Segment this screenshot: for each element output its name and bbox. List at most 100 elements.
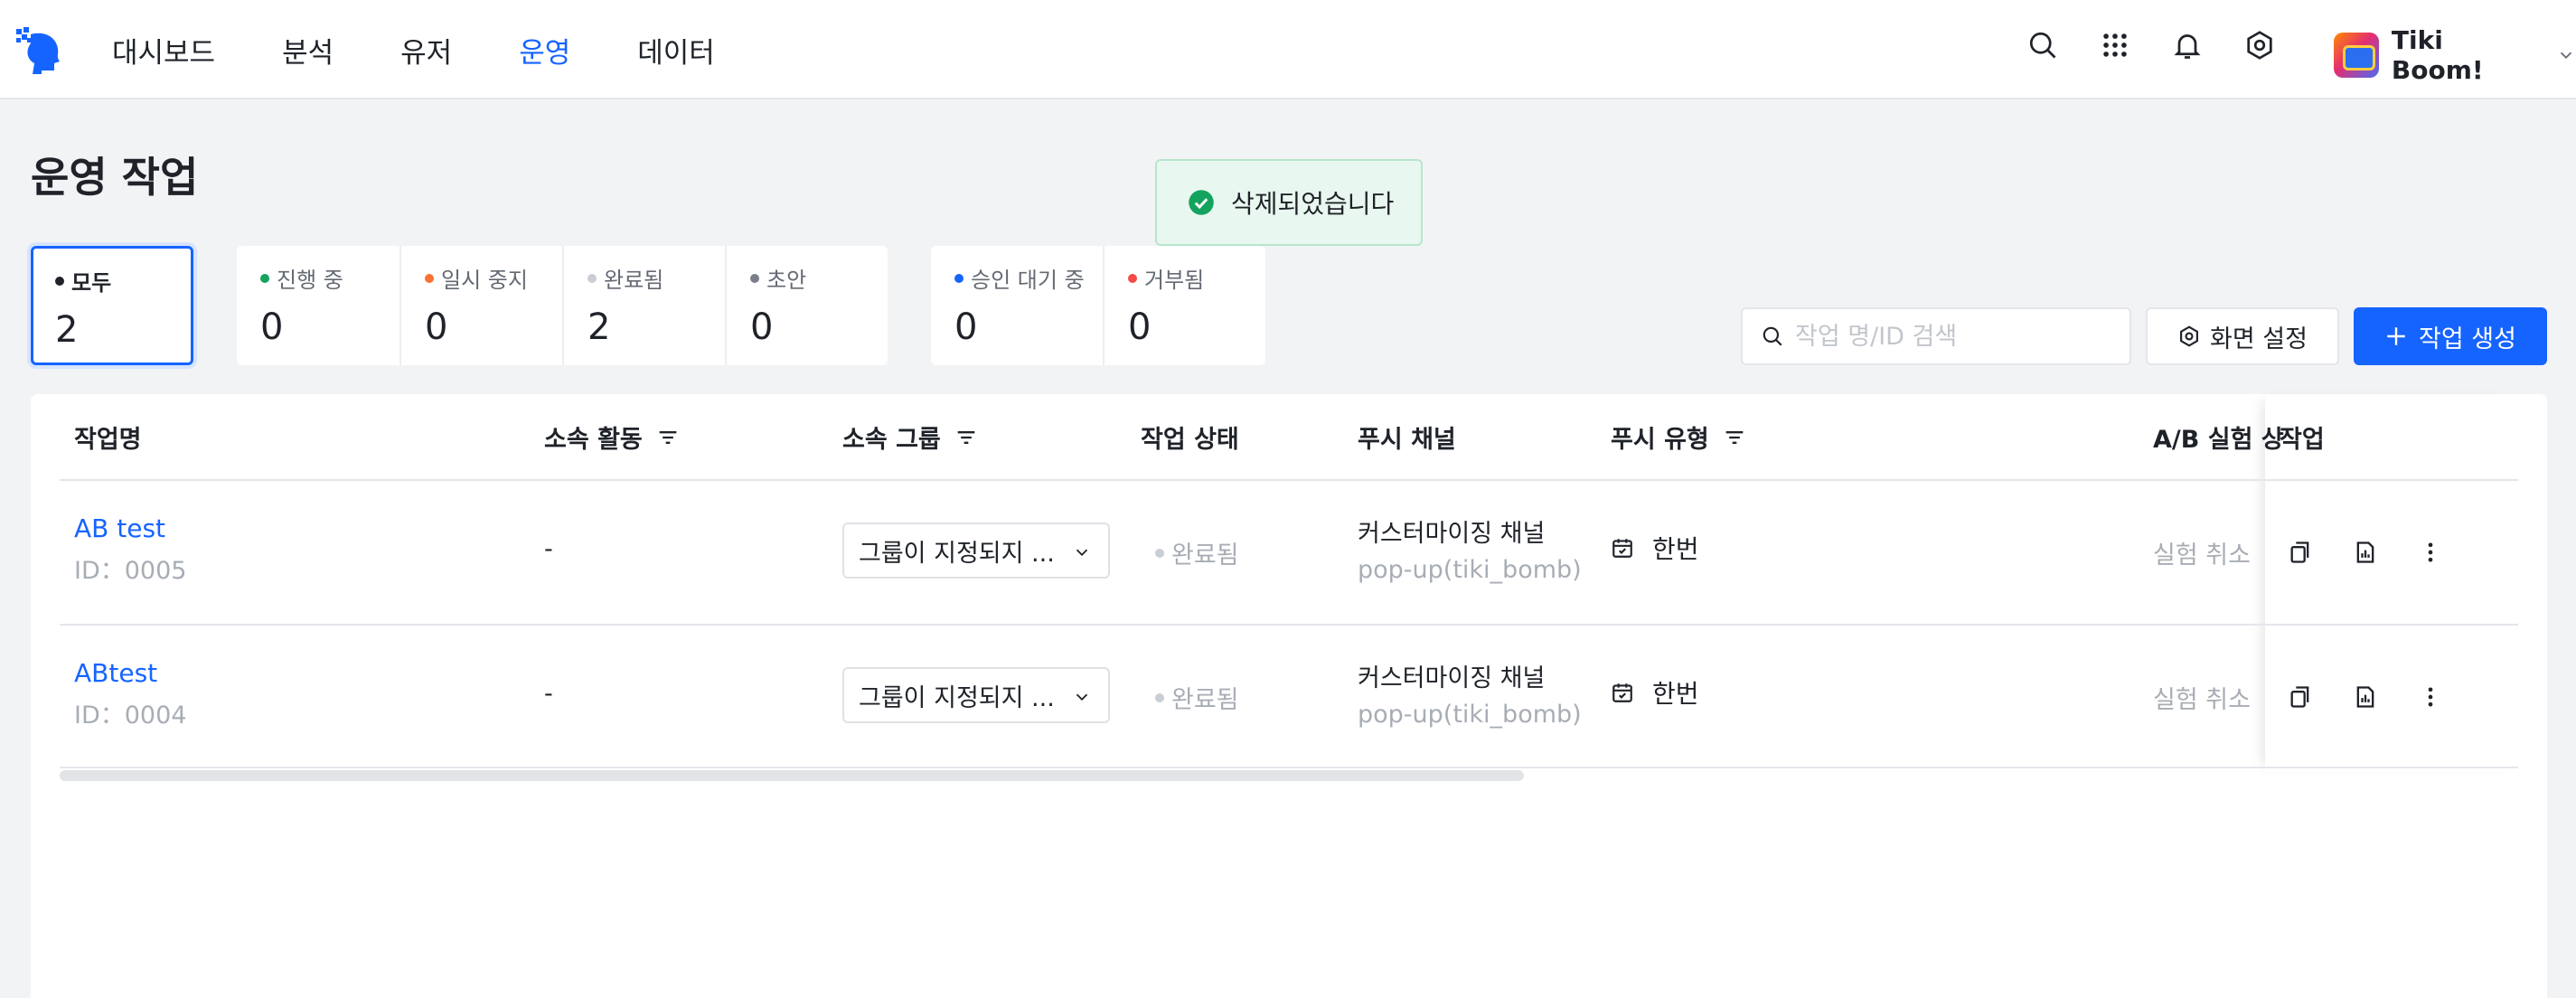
plus-icon bbox=[2387, 327, 2405, 345]
column-header-label: 작업 상태 bbox=[1141, 426, 1239, 454]
status-dot bbox=[954, 273, 964, 283]
filter-icon[interactable] bbox=[954, 425, 979, 450]
row-divider bbox=[60, 767, 2518, 768]
status-card-paused[interactable]: 일시 중지 0 bbox=[400, 246, 562, 365]
status-card-all[interactable]: 모두 2 bbox=[31, 246, 193, 365]
top-navigation-bar: 대시보드 분석 유저 운영 데이터 Tiki Boom! bbox=[0, 0, 2576, 99]
status-dot bbox=[55, 276, 64, 286]
copy-icon[interactable] bbox=[2287, 539, 2314, 566]
gear-icon[interactable] bbox=[2242, 27, 2278, 63]
status-card-label: 초안 bbox=[766, 268, 807, 293]
column-header-label: 푸시 채널 bbox=[1358, 426, 1456, 454]
report-icon[interactable] bbox=[2352, 683, 2379, 711]
status-badge: 완료됨 bbox=[1155, 680, 1239, 715]
column-header-push-type: 푸시 유형 bbox=[1611, 419, 1747, 455]
create-task-button[interactable]: 작업 생성 bbox=[2354, 307, 2547, 365]
group-select[interactable]: 그룹이 지정되지 ... bbox=[842, 523, 1110, 579]
task-name-link[interactable]: AB test bbox=[74, 513, 186, 543]
column-header-actions: 작업 bbox=[2280, 419, 2325, 455]
task-activity: - bbox=[544, 535, 553, 563]
column-header-status: 작업 상태 bbox=[1141, 419, 1239, 455]
status-card-count: 0 bbox=[260, 306, 284, 348]
nav-item-operations[interactable]: 운영 bbox=[519, 30, 570, 71]
group-select[interactable]: 그룹이 지정되지 ... bbox=[842, 667, 1110, 723]
task-id: ID：0004 bbox=[74, 701, 187, 730]
task-name-link[interactable]: ABtest bbox=[74, 658, 186, 688]
app-logo-icon[interactable] bbox=[14, 25, 65, 76]
column-header-label: 소속 활동 bbox=[544, 426, 643, 454]
more-options-icon[interactable] bbox=[2417, 683, 2444, 711]
search-icon bbox=[1763, 326, 1782, 346]
push-channel-name: 커스터마이징 채널 bbox=[1358, 520, 1546, 548]
push-type-cell: 한번 bbox=[1611, 530, 1699, 566]
group-select-value: 그룹이 지정되지 ... bbox=[859, 683, 1055, 712]
status-label: 완료됨 bbox=[1171, 686, 1239, 714]
filter-icon[interactable] bbox=[1722, 425, 1747, 450]
column-header-ab-status: A/B 실험 상 bbox=[2153, 419, 2284, 455]
horizontal-scrollbar[interactable] bbox=[60, 770, 1524, 781]
apps-grid-icon[interactable] bbox=[2097, 27, 2133, 63]
search-box[interactable] bbox=[1741, 307, 2131, 365]
nav-item-users[interactable]: 유저 bbox=[400, 30, 452, 71]
page-title: 운영 작업 bbox=[31, 153, 199, 202]
status-dot bbox=[1128, 273, 1137, 283]
status-card-in-progress[interactable]: 진행 중 0 bbox=[237, 246, 400, 365]
status-dot bbox=[1155, 548, 1164, 558]
chevron-down-icon bbox=[2560, 52, 2572, 60]
status-dot bbox=[750, 273, 759, 283]
status-card-count: 2 bbox=[55, 309, 79, 351]
calendar-check-icon bbox=[1612, 683, 1632, 702]
column-header-push-channel: 푸시 채널 bbox=[1358, 419, 1456, 455]
status-card-count: 0 bbox=[750, 306, 774, 348]
column-header-activity: 소속 활동 bbox=[544, 419, 681, 455]
status-card-label: 승인 대기 중 bbox=[971, 268, 1085, 293]
report-icon[interactable] bbox=[2352, 539, 2379, 566]
header-icon-group bbox=[2025, 27, 2278, 63]
search-input[interactable] bbox=[1795, 322, 2120, 351]
column-header-label: 작업 bbox=[2280, 426, 2325, 454]
filter-icon[interactable] bbox=[655, 425, 681, 450]
chevron-down-icon bbox=[1076, 549, 1088, 557]
status-card-label: 진행 중 bbox=[277, 268, 343, 293]
row-divider bbox=[60, 624, 2518, 626]
status-card-count: 2 bbox=[588, 306, 611, 348]
status-card-label: 완료됨 bbox=[604, 268, 664, 293]
copy-icon[interactable] bbox=[2287, 683, 2314, 711]
nav-item-analysis[interactable]: 분석 bbox=[282, 30, 334, 71]
status-card-label: 거부됨 bbox=[1144, 268, 1205, 293]
status-card-rejected[interactable]: 거부됨 0 bbox=[1103, 246, 1265, 365]
ab-status: 실험 취소 bbox=[2153, 541, 2251, 570]
column-header-label: 작업명 bbox=[74, 426, 142, 454]
status-label: 완료됨 bbox=[1171, 541, 1239, 570]
status-card-completed[interactable]: 완료됨 2 bbox=[562, 246, 725, 365]
table-row-2-name-cell: ABtest ID：0004 bbox=[74, 658, 186, 730]
nav-item-data[interactable]: 데이터 bbox=[637, 30, 715, 71]
screen-settings-button[interactable]: 화면 설정 bbox=[2146, 307, 2339, 365]
status-dot bbox=[1155, 692, 1164, 702]
status-card-pending-approval[interactable]: 승인 대기 중 0 bbox=[931, 246, 1103, 365]
search-icon[interactable] bbox=[2025, 27, 2061, 63]
status-card-draft[interactable]: 초안 0 bbox=[725, 246, 888, 365]
push-channel-cell: 커스터마이징 채널 pop-up(tiki_bomb) bbox=[1358, 658, 1582, 729]
ab-status: 실험 취소 bbox=[2153, 686, 2251, 714]
status-dot bbox=[588, 273, 597, 283]
table-row-1-name-cell: AB test ID：0005 bbox=[74, 513, 186, 586]
push-channel-cell: 커스터마이징 채널 pop-up(tiki_bomb) bbox=[1358, 513, 1582, 584]
task-id: ID：0005 bbox=[74, 557, 187, 585]
avatar bbox=[2334, 33, 2379, 78]
gear-icon bbox=[2180, 325, 2198, 347]
task-activity: - bbox=[544, 680, 553, 708]
toast-message: 삭제되었습니다 bbox=[1231, 189, 1395, 219]
nav-item-dashboard[interactable]: 대시보드 bbox=[112, 30, 215, 71]
user-name: Tiki Boom! bbox=[2391, 25, 2484, 85]
column-header-label: 푸시 유형 bbox=[1611, 426, 1709, 454]
main-nav: 대시보드 분석 유저 운영 데이터 bbox=[112, 0, 782, 99]
status-card-label: 일시 중지 bbox=[441, 268, 528, 293]
column-header-task-name: 작업명 bbox=[74, 419, 142, 455]
user-menu[interactable]: Tiki Boom! bbox=[2334, 25, 2576, 85]
push-type-label: 한번 bbox=[1652, 534, 1699, 564]
push-channel-name: 커스터마이징 채널 bbox=[1358, 664, 1546, 692]
more-options-icon[interactable] bbox=[2417, 539, 2444, 566]
bell-icon[interactable] bbox=[2169, 27, 2205, 63]
push-channel-sub: pop-up(tiki_bomb) bbox=[1358, 701, 1582, 729]
